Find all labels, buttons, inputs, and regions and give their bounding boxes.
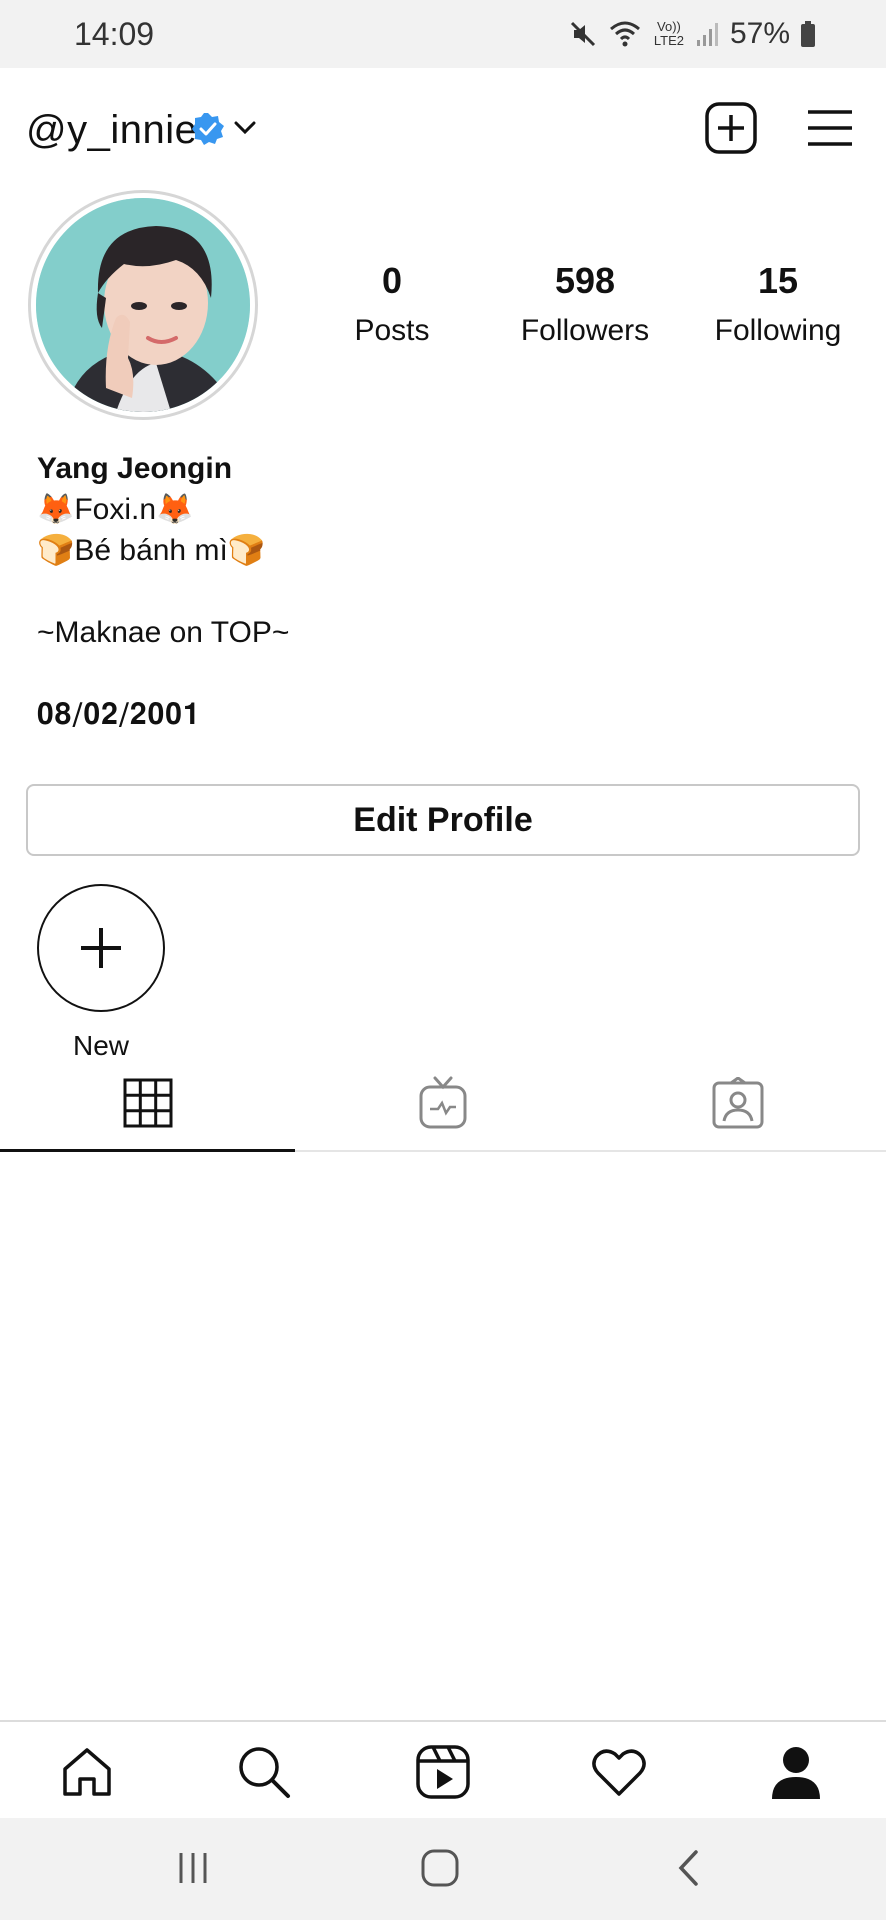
bio-line: 🦊Foxi.n🦊 bbox=[37, 493, 194, 526]
home-button[interactable] bbox=[410, 1848, 470, 1892]
nav-search[interactable] bbox=[234, 1744, 294, 1804]
following-label: Following bbox=[714, 314, 842, 347]
posts-label: Posts bbox=[354, 314, 430, 347]
system-navigation bbox=[0, 1818, 886, 1920]
stat-posts[interactable]: 0 Posts bbox=[297, 260, 487, 348]
bio-line bbox=[37, 571, 837, 612]
nav-home[interactable] bbox=[57, 1744, 117, 1804]
heart-icon bbox=[591, 1746, 647, 1803]
menu-icon bbox=[806, 110, 854, 152]
new-post-button[interactable] bbox=[704, 101, 758, 155]
bio-birthdate: 𝟎𝟖/𝟎𝟐/𝟐𝟎𝟎𝟏 bbox=[37, 697, 201, 732]
tagged-icon bbox=[711, 1075, 765, 1134]
reels-icon bbox=[415, 1744, 471, 1805]
followers-count: 598 bbox=[554, 260, 616, 301]
profile-icon bbox=[769, 1745, 823, 1804]
bottom-navigation bbox=[0, 1720, 886, 1820]
plus-icon bbox=[39, 886, 163, 1015]
new-highlight-button[interactable] bbox=[37, 884, 165, 1012]
wifi-icon bbox=[608, 19, 642, 49]
signal-icon bbox=[696, 20, 720, 48]
nav-profile[interactable] bbox=[766, 1744, 826, 1804]
recent-apps-icon bbox=[175, 1851, 211, 1890]
back-button[interactable] bbox=[659, 1848, 719, 1892]
new-post-icon bbox=[704, 102, 758, 159]
battery-percent: 57% bbox=[729, 17, 790, 50]
bio-line: 🍞Bé bánh mì🍞 bbox=[37, 534, 266, 567]
account-username[interactable]: @y_innie bbox=[26, 108, 197, 153]
network-label: Vo)) LTE2 bbox=[653, 19, 684, 48]
verified-badge-icon bbox=[191, 112, 225, 151]
nav-reels[interactable] bbox=[413, 1744, 473, 1804]
edit-profile-button[interactable]: Edit Profile bbox=[26, 784, 860, 856]
back-icon bbox=[676, 1849, 702, 1892]
profile-header: @y_innie bbox=[0, 68, 886, 188]
tab-tagged[interactable] bbox=[590, 1060, 885, 1150]
tab-grid[interactable] bbox=[0, 1060, 295, 1152]
status-icons: Vo)) LTE2 57% bbox=[568, 14, 816, 54]
bio-line bbox=[37, 653, 837, 694]
bio-line: ~Maknae on TOP~ bbox=[37, 616, 290, 649]
new-highlight-label: New bbox=[72, 1030, 129, 1061]
mute-icon bbox=[568, 19, 598, 49]
stat-followers[interactable]: 598 Followers bbox=[490, 260, 680, 348]
home-circle-icon bbox=[420, 1848, 460, 1893]
recent-apps-button[interactable] bbox=[163, 1848, 223, 1892]
chevron-down-icon[interactable] bbox=[232, 118, 258, 143]
tab-igtv[interactable] bbox=[295, 1060, 590, 1150]
home-icon bbox=[60, 1745, 114, 1804]
profile-stats: 0 Posts 598 Followers 15 Following bbox=[300, 260, 860, 360]
status-bar: 14:09 Vo)) LTE2 57% bbox=[0, 0, 886, 68]
active-tab-indicator bbox=[0, 1149, 295, 1152]
following-count: 15 bbox=[757, 260, 799, 301]
grid-icon bbox=[123, 1078, 173, 1133]
profile-tabs bbox=[0, 1060, 886, 1152]
nav-activity[interactable] bbox=[589, 1744, 649, 1804]
stat-following[interactable]: 15 Following bbox=[683, 260, 873, 348]
avatar[interactable] bbox=[36, 198, 250, 412]
followers-label: Followers bbox=[520, 314, 650, 347]
menu-button[interactable] bbox=[806, 108, 854, 148]
profile-bio: Yang Jeongin 🦊Foxi.n🦊 🍞Bé bánh mì🍞 ~Makn… bbox=[37, 448, 837, 735]
battery-icon bbox=[800, 20, 816, 48]
search-icon bbox=[236, 1744, 292, 1805]
display-name: Yang Jeongin bbox=[37, 452, 233, 485]
igtv-icon bbox=[418, 1075, 468, 1136]
status-time: 14:09 bbox=[74, 16, 155, 52]
posts-count: 0 bbox=[381, 260, 403, 301]
